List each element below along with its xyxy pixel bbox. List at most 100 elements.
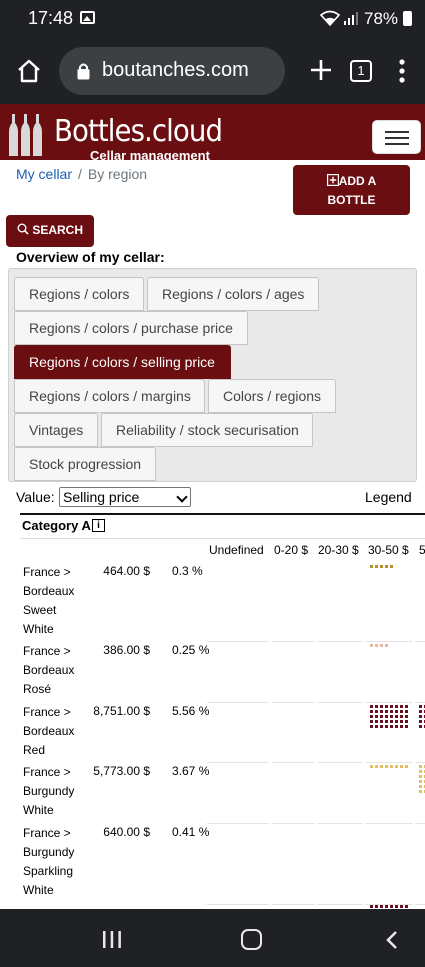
cell-divider xyxy=(365,762,412,763)
site-logo[interactable]: Bottles.cloud Cellar management xyxy=(6,110,236,163)
bottle-dot xyxy=(400,765,403,768)
search-button[interactable]: SEARCH xyxy=(6,215,94,247)
row-percent: 5.56 % xyxy=(172,704,210,718)
bottle-dot xyxy=(395,725,398,728)
recents-icon[interactable] xyxy=(102,931,122,948)
tab-regions-colors-margins[interactable]: Regions / colors / margins xyxy=(14,379,205,413)
bottle-dot xyxy=(395,905,398,908)
bottle-dot xyxy=(390,725,393,728)
bottle-dot xyxy=(375,710,378,713)
row-percent: 3.67 % xyxy=(172,764,210,778)
cell-divider xyxy=(415,762,425,763)
value-select-text: Selling price xyxy=(63,489,140,505)
bottle-dot xyxy=(370,705,373,708)
cell-divider xyxy=(415,823,425,824)
bottle-count-dots-overflow[interactable] xyxy=(419,765,425,793)
tab-stock-progression[interactable]: Stock progression xyxy=(14,447,156,481)
add-bottle-label-2: BOTTLE xyxy=(327,193,376,207)
bottle-dot xyxy=(390,905,393,908)
bottle-dot xyxy=(419,715,422,718)
status-time: 17:48 xyxy=(28,8,74,28)
row-region-name-line: Sweet xyxy=(23,603,57,617)
bottle-dot xyxy=(375,720,378,723)
bottle-dot xyxy=(370,715,373,718)
bottle-count-dots[interactable] xyxy=(370,565,393,568)
bottle-dot xyxy=(419,790,422,793)
status-bar: 17:48 78% xyxy=(0,0,425,38)
bottle-dot xyxy=(370,905,373,908)
bottle-dot xyxy=(370,725,373,728)
bottle-dot xyxy=(380,715,383,718)
home-icon[interactable] xyxy=(16,58,42,84)
value-select[interactable]: Selling price xyxy=(59,487,191,507)
bottle-dot xyxy=(375,765,378,768)
url-text: boutanches.com xyxy=(102,59,249,81)
row-value: 464.00 $ xyxy=(103,564,150,578)
cell-divider xyxy=(415,641,425,642)
breadcrumb-my-cellar[interactable]: My cellar xyxy=(16,166,72,182)
column-header-0-20: 0-20 $ xyxy=(274,543,309,557)
bottle-dot xyxy=(375,715,378,718)
bottle-dot xyxy=(380,720,383,723)
column-header-30-50: 30-50 $ xyxy=(368,543,409,557)
bottle-dot xyxy=(390,565,393,568)
tab-colors-regions[interactable]: Colors / regions xyxy=(208,379,336,413)
bottle-count-dots[interactable] xyxy=(370,644,388,647)
logo-subtitle: Cellar management xyxy=(90,148,210,163)
column-header-20-30: 20-30 $ xyxy=(318,543,359,557)
tab-vintages[interactable]: Vintages xyxy=(14,413,98,447)
tab-regions-colors[interactable]: Regions / colors xyxy=(14,277,144,311)
bottle-dot xyxy=(370,765,373,768)
row-value: 5,773.00 $ xyxy=(93,764,150,778)
lock-icon xyxy=(77,63,90,80)
bottle-dot xyxy=(385,715,388,718)
view-tabs: Regions / colors Regions / colors / ages… xyxy=(8,268,417,482)
bottle-dot xyxy=(375,905,378,908)
breadcrumb: My cellar / By region xyxy=(16,166,147,182)
bottle-dot xyxy=(400,725,403,728)
row-value: 640.00 $ xyxy=(103,825,150,839)
bottle-dot xyxy=(380,765,383,768)
bottle-dot xyxy=(419,710,422,713)
bottle-dot xyxy=(380,644,383,647)
new-tab-icon[interactable] xyxy=(310,59,332,81)
bottle-dot xyxy=(390,765,393,768)
back-icon[interactable] xyxy=(385,930,399,950)
cell-divider xyxy=(365,641,412,642)
cell-divider xyxy=(207,904,269,905)
bottle-count-dots[interactable] xyxy=(370,705,408,728)
info-icon[interactable]: i xyxy=(92,519,105,532)
row-percent: 0.3 % xyxy=(172,564,203,578)
bottle-dot xyxy=(395,765,398,768)
bottle-count-dots[interactable] xyxy=(370,765,408,768)
row-region-name-line: Burgundy xyxy=(23,845,75,859)
bottle-dot xyxy=(375,644,378,647)
column-header-50-plus: 5 xyxy=(419,543,425,557)
legend-link[interactable]: Legend xyxy=(365,489,412,505)
bottle-dot xyxy=(380,705,383,708)
more-options-icon[interactable] xyxy=(398,58,406,84)
bottle-dot xyxy=(385,710,388,713)
add-bottle-button[interactable]: ADD A BOTTLE xyxy=(293,165,410,215)
wifi-icon xyxy=(320,10,340,26)
tab-regions-colors-ages[interactable]: Regions / colors / ages xyxy=(147,277,319,311)
tab-reliability-stock[interactable]: Reliability / stock securisation xyxy=(101,413,313,447)
tab-regions-colors-purchase-price[interactable]: Regions / colors / purchase price xyxy=(14,311,248,345)
cell-divider xyxy=(207,641,269,642)
hamburger-menu-button[interactable] xyxy=(372,120,421,154)
breadcrumb-separator: / xyxy=(78,166,82,182)
nav-home-icon[interactable] xyxy=(241,929,262,950)
bottle-count-dots-overflow[interactable] xyxy=(419,705,425,728)
cell-divider xyxy=(272,904,315,905)
address-bar[interactable]: boutanches.com xyxy=(59,47,285,95)
bottle-dot xyxy=(370,710,373,713)
cell-divider xyxy=(415,904,425,905)
tab-switcher-button[interactable]: 1 xyxy=(350,60,372,82)
value-filter-label: Value: xyxy=(16,489,55,505)
bottle-dot xyxy=(395,710,398,713)
bottle-dot xyxy=(419,770,422,773)
bottle-dot xyxy=(385,720,388,723)
tab-regions-colors-selling-price[interactable]: Regions / colors / selling price xyxy=(14,345,231,379)
cell-divider xyxy=(318,702,362,703)
row-region-name-line: White xyxy=(23,622,54,636)
